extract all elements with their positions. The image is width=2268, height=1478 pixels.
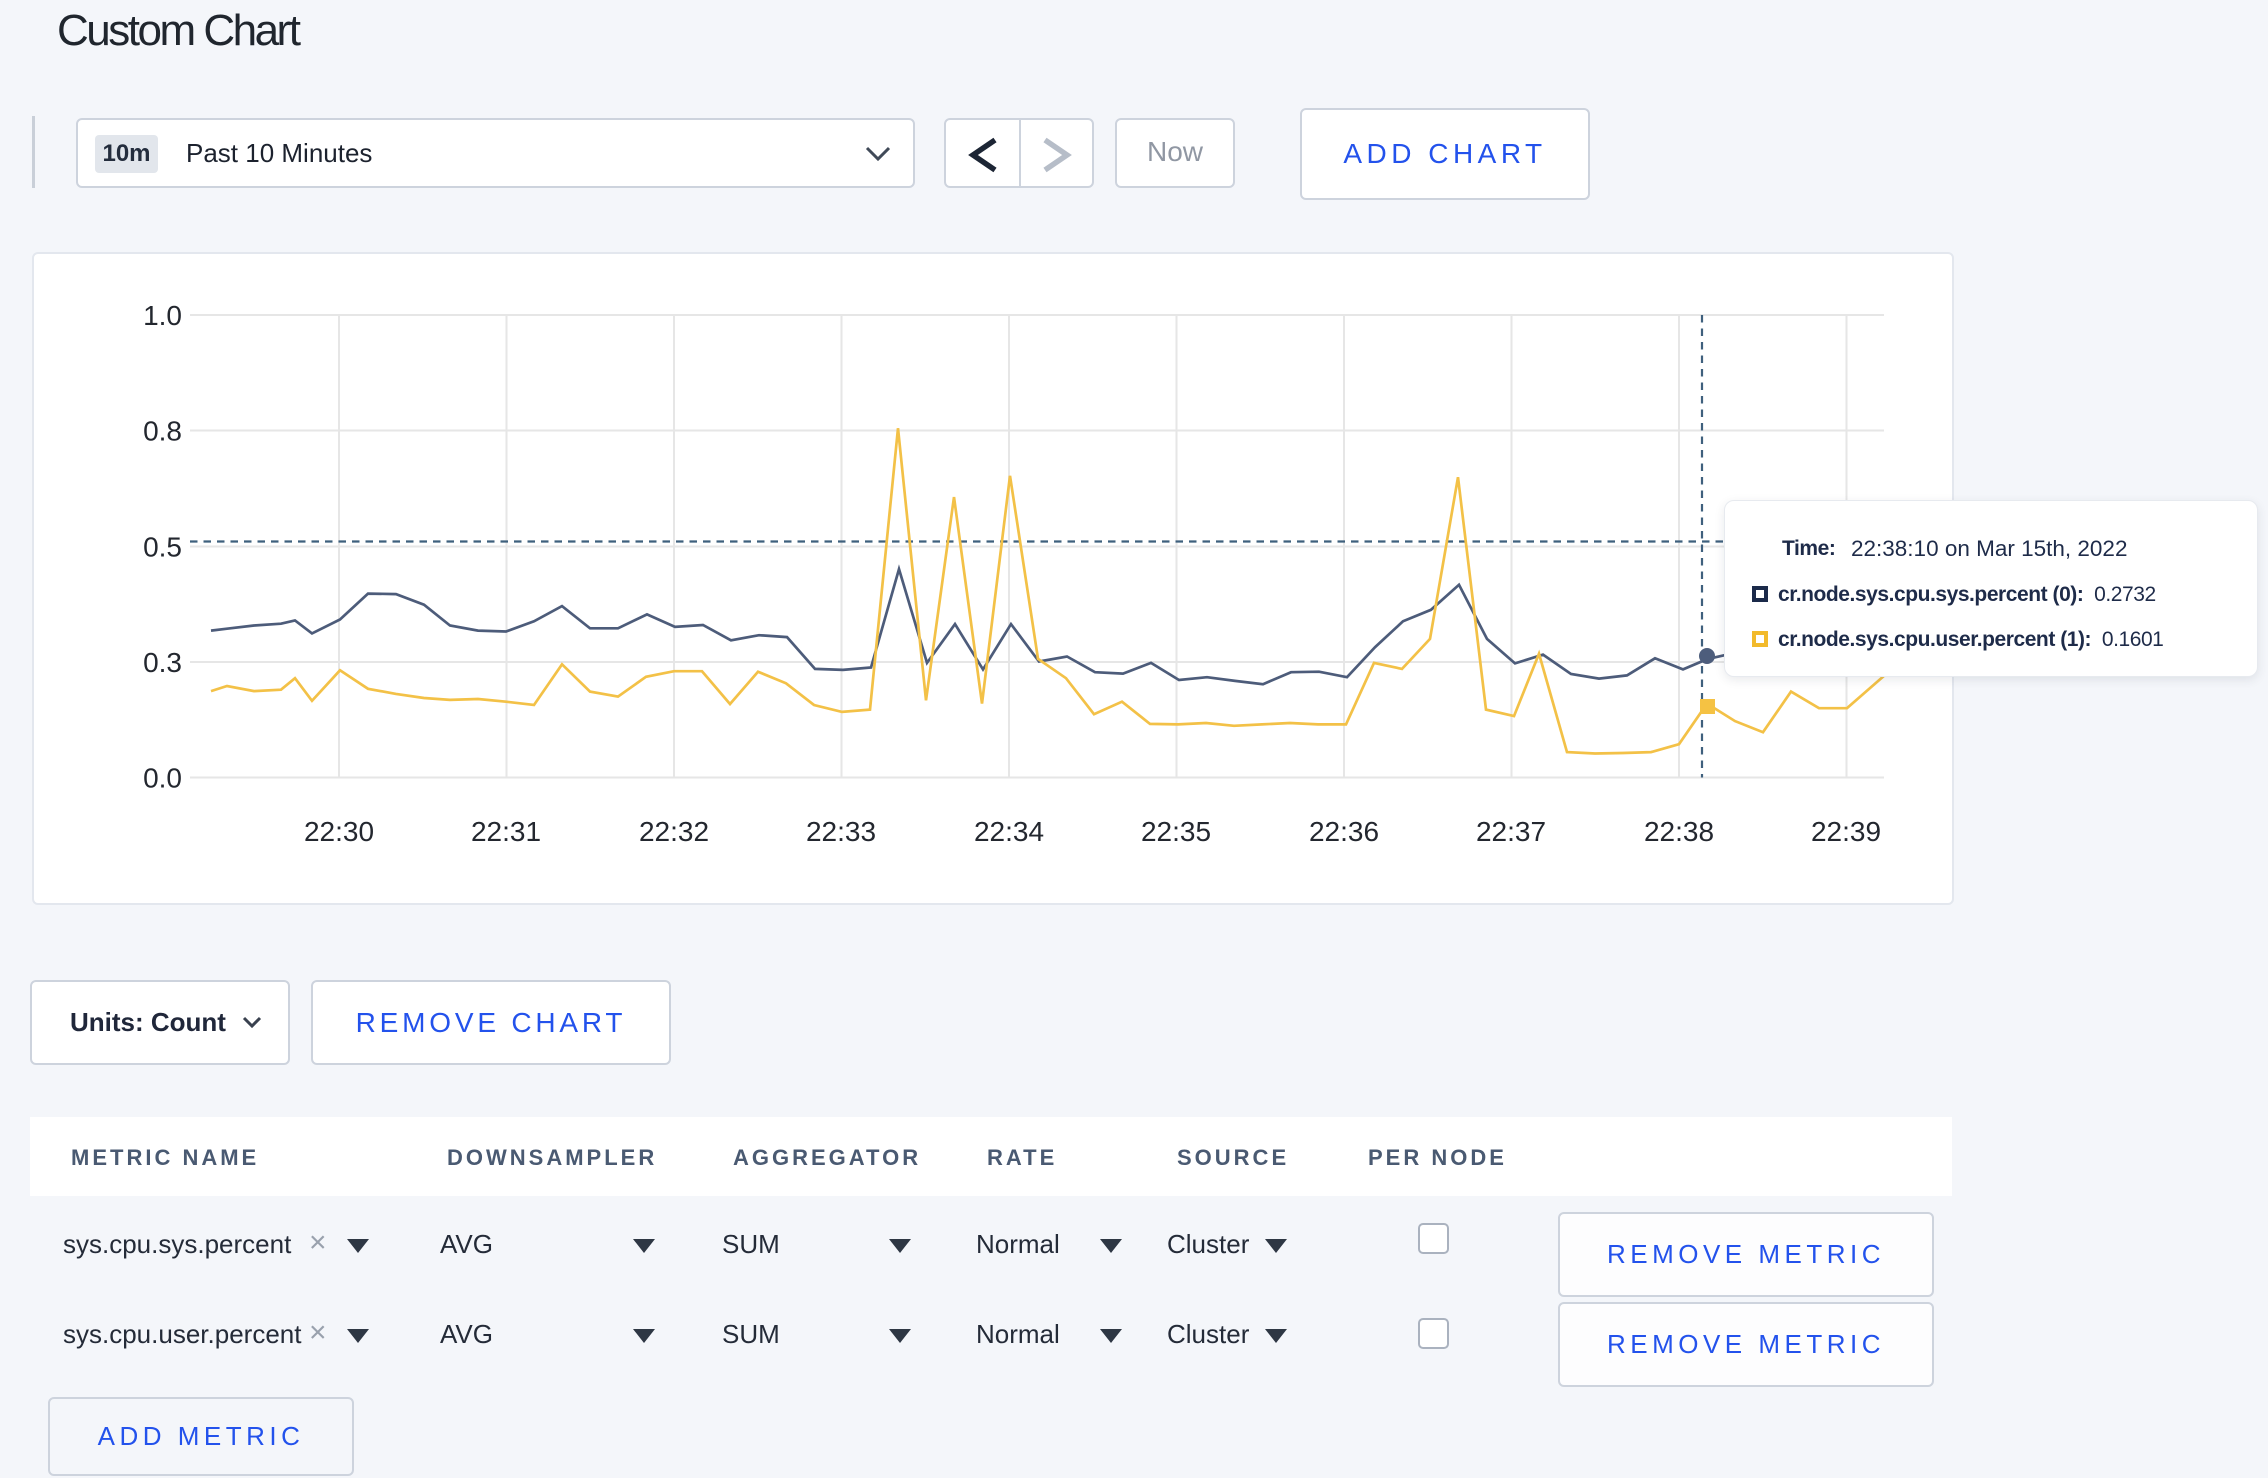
svg-text:22:35: 22:35 xyxy=(1141,816,1211,847)
svg-text:22:30: 22:30 xyxy=(304,816,374,847)
svg-text:0.5: 0.5 xyxy=(143,532,182,563)
svg-text:22:31: 22:31 xyxy=(471,816,541,847)
svg-text:0.0: 0.0 xyxy=(143,763,182,794)
svg-text:0.8: 0.8 xyxy=(143,416,182,447)
svg-text:22:32: 22:32 xyxy=(639,816,709,847)
svg-text:22:34: 22:34 xyxy=(974,816,1044,847)
svg-text:22:33: 22:33 xyxy=(806,816,876,847)
svg-text:22:37: 22:37 xyxy=(1476,816,1546,847)
svg-text:22:36: 22:36 xyxy=(1309,816,1379,847)
svg-text:22:39: 22:39 xyxy=(1811,816,1881,847)
svg-text:0.3: 0.3 xyxy=(143,647,182,678)
svg-text:22:38: 22:38 xyxy=(1644,816,1714,847)
svg-text:1.0: 1.0 xyxy=(143,300,182,331)
